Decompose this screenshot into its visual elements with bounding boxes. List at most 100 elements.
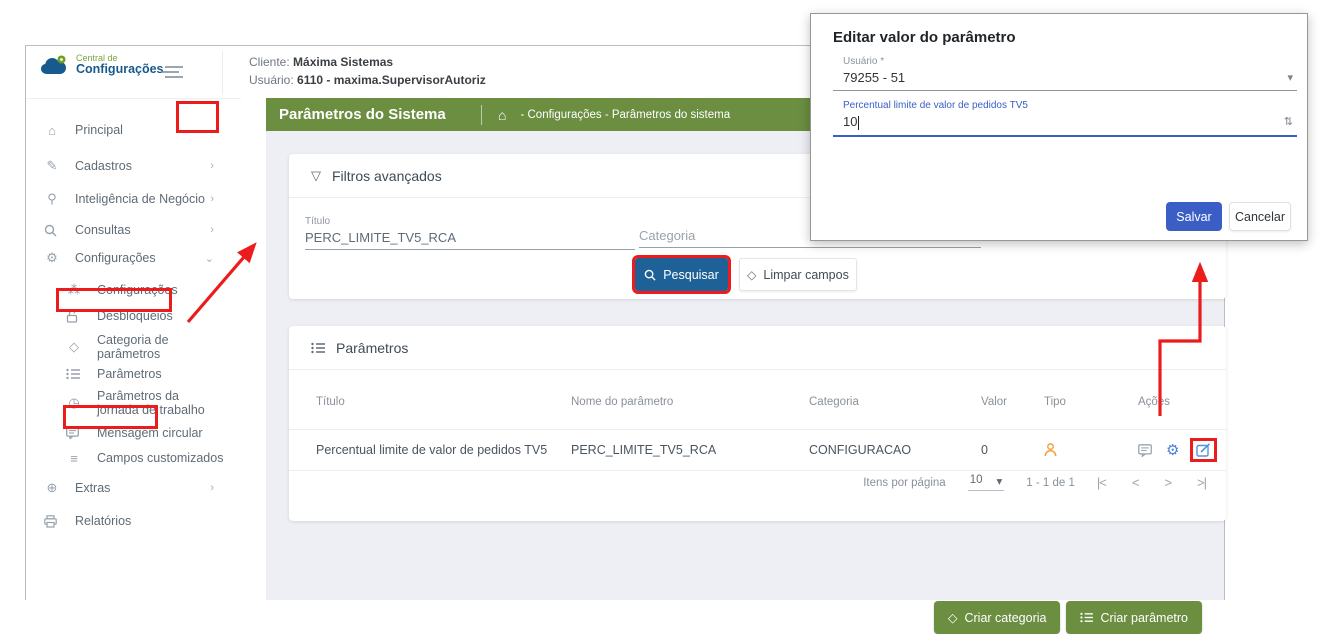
message-icon xyxy=(66,427,82,439)
col-tipo: Tipo xyxy=(1044,396,1066,408)
text-cursor xyxy=(858,116,859,130)
chevron-down-icon: ⌄ xyxy=(205,252,214,265)
page-nav: |< < > >| xyxy=(1097,475,1206,490)
cell-nome: PERC_LIMITE_TV5_RCA xyxy=(571,443,716,457)
parameters-title: Parâmetros xyxy=(336,340,408,356)
cloud-logo-icon xyxy=(40,54,70,76)
caret-down-icon: ▾ xyxy=(997,474,1003,488)
list-icon xyxy=(311,342,325,354)
col-titulo: Título xyxy=(316,396,345,408)
table-row[interactable]: Percentual limite de valor de pedidos TV… xyxy=(289,429,1226,471)
sidebar-item-configuracoes[interactable]: ⚙ Configurações ⌄ xyxy=(44,247,224,269)
lightbulb-icon: ⚲ xyxy=(44,191,60,207)
breadcrumb-home-icon[interactable]: ⌂ xyxy=(498,107,506,123)
cancel-button[interactable]: Cancelar xyxy=(1229,202,1291,231)
client-value: Máxima Sistemas xyxy=(293,55,393,69)
edit-parameter-dialog: Editar valor do parâmetro Usuário * 7925… xyxy=(810,13,1308,241)
list-icon xyxy=(66,368,82,380)
search-icon xyxy=(44,224,60,237)
col-nome: Nome do parâmetro xyxy=(571,396,673,408)
user-select-field[interactable]: Usuário * 79255 - 51 ▾ xyxy=(833,56,1297,91)
sidebar-item-mensagem-circular[interactable]: Mensagem circular xyxy=(66,422,224,444)
col-categoria: Categoria xyxy=(809,396,859,408)
sidebar-item-desbloqueios[interactable]: Desbloqueios xyxy=(66,305,224,327)
app-logo: Central de Configurações xyxy=(40,54,164,77)
lock-icon xyxy=(66,310,82,323)
items-per-page-select[interactable]: 10 ▾ xyxy=(968,474,1005,491)
stack-icon: ≡ xyxy=(66,451,82,466)
header-divider xyxy=(481,105,482,125)
titulo-label: Título xyxy=(305,216,635,227)
search-button[interactable]: Pesquisar xyxy=(635,258,728,291)
sidebar-item-sub-configuracoes[interactable]: ⁂ Configurações xyxy=(66,279,224,301)
row-actions: ⚙ xyxy=(1138,441,1214,459)
sidebar-item-principal[interactable]: ⌂ Principal xyxy=(44,119,224,141)
hamburger-icon xyxy=(159,63,185,81)
user-value: 6110 - maxima.SupervisorAutoriz xyxy=(297,73,486,87)
cell-categoria: CONFIGURACAO xyxy=(809,443,911,457)
menu-toggle-button[interactable] xyxy=(159,63,185,81)
items-per-page-label: Itens por página xyxy=(863,477,945,489)
user-line: Usuário: 6110 - maxima.SupervisorAutoriz xyxy=(249,73,486,87)
sidebar-item-parametros-jornada[interactable]: ◷ Parâmetros da jornada de trabalho xyxy=(66,388,224,418)
sidebar-item-consultas[interactable]: Consultas › xyxy=(44,219,224,241)
clear-fields-button[interactable]: ◇ Limpar campos xyxy=(739,258,857,291)
create-parameter-button[interactable]: Criar parâmetro xyxy=(1066,601,1202,634)
diamond-icon: ◇ xyxy=(747,268,756,282)
sidebar-item-relatorios[interactable]: Relatórios xyxy=(44,510,224,532)
col-valor: Valor xyxy=(981,396,1007,408)
cell-valor: 0 xyxy=(981,443,988,457)
tag-icon: ◇ xyxy=(66,339,82,355)
sidebar-item-extras[interactable]: ⊕ Extras › xyxy=(44,477,224,499)
page-range: 1 - 1 de 1 xyxy=(1026,477,1075,489)
param-value-input[interactable]: 10 xyxy=(843,114,1284,130)
dialog-title: Editar valor do parâmetro xyxy=(833,29,1016,46)
chevron-right-icon: › xyxy=(210,224,214,236)
tag-icon: ◇ xyxy=(948,610,958,625)
create-category-button[interactable]: ◇ Criar categoria xyxy=(934,601,1061,634)
cell-titulo: Percentual limite de valor de pedidos TV… xyxy=(316,443,547,457)
param-value-field[interactable]: Percentual limite de valor de pedidos TV… xyxy=(833,100,1297,137)
chevron-right-icon: › xyxy=(210,482,214,494)
settings-action-icon[interactable]: ⚙ xyxy=(1166,441,1179,459)
breadcrumb: - Configurações - Parâmetros do sistema xyxy=(520,109,730,121)
prev-page-button[interactable]: < xyxy=(1132,475,1139,490)
chevron-right-icon: › xyxy=(210,193,214,205)
col-acoes: Ações xyxy=(1138,396,1170,408)
edit-action-annotation-box xyxy=(1193,441,1214,459)
dialog-buttons: Salvar Cancelar xyxy=(1166,202,1291,231)
save-button[interactable]: Salvar xyxy=(1166,202,1222,231)
last-page-button[interactable]: >| xyxy=(1197,475,1206,490)
content-gutter xyxy=(241,98,266,600)
edit-action-icon[interactable] xyxy=(1196,443,1211,457)
first-page-button[interactable]: |< xyxy=(1097,475,1106,490)
dropdown-caret-icon[interactable]: ▾ xyxy=(1287,71,1293,84)
comment-action-icon[interactable] xyxy=(1138,444,1152,457)
titulo-field[interactable]: Título PERC_LIMITE_TV5_RCA xyxy=(305,216,635,250)
printer-icon xyxy=(44,515,60,528)
number-spinner-icon[interactable]: ⇅ xyxy=(1284,115,1293,128)
session-info: Cliente: Máxima Sistemas Usuário: 6110 -… xyxy=(222,51,486,95)
search-icon xyxy=(644,269,656,281)
plus-circle-icon: ⊕ xyxy=(44,480,60,496)
next-page-button[interactable]: > xyxy=(1164,475,1171,490)
chevron-right-icon: › xyxy=(210,160,214,172)
edit-square-icon: ✎ xyxy=(44,158,60,174)
user-type-icon xyxy=(1044,443,1057,457)
titulo-input[interactable]: PERC_LIMITE_TV5_RCA xyxy=(305,230,635,250)
page-title: Parâmetros do Sistema xyxy=(279,106,481,123)
sidebar-item-parametros[interactable]: Parâmetros xyxy=(66,363,224,385)
sidebar-item-cadastros[interactable]: ✎ Cadastros › xyxy=(44,155,224,177)
gear-icon: ⚙ xyxy=(44,250,60,266)
sidebar: ⌂ Principal ✎ Cadastros › ⚲ Inteligência… xyxy=(26,98,241,600)
client-line: Cliente: Máxima Sistemas xyxy=(249,55,486,69)
sidebar-item-inteligencia[interactable]: ⚲ Inteligência de Negócio › xyxy=(44,188,224,210)
sidebar-item-categoria-parametros[interactable]: ◇ Categoria de parâmetros xyxy=(66,336,224,358)
funnel-icon: ▽ xyxy=(311,168,321,184)
create-buttons: ◇ Criar categoria Criar parâmetro xyxy=(934,601,1202,634)
list-icon xyxy=(1080,612,1093,623)
user-select-value[interactable]: 79255 - 51 xyxy=(843,70,1287,85)
sidebar-item-campos-customizados[interactable]: ≡ Campos customizados xyxy=(66,447,224,469)
filters-title: Filtros avançados xyxy=(332,168,442,184)
param-field-label: Percentual limite de valor de pedidos TV… xyxy=(833,100,1297,111)
